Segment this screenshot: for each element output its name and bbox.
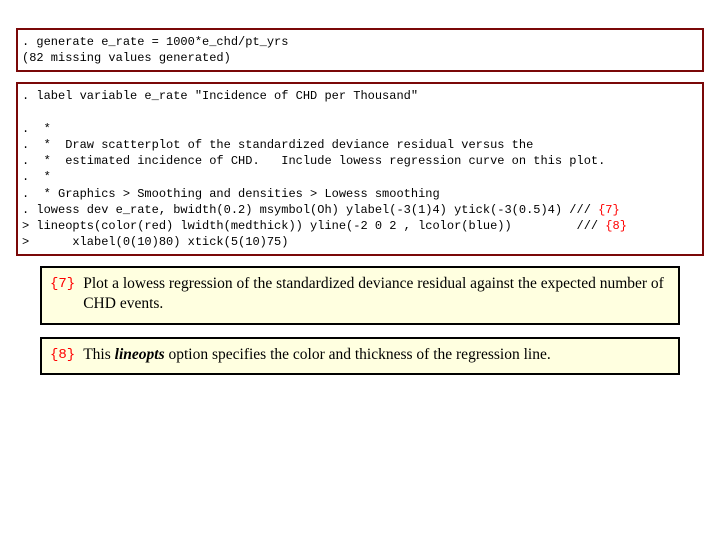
note8-prefix: This	[83, 346, 114, 363]
code-line-3: > xlabel(0(10)80) xtick(5(10)75)	[22, 235, 288, 249]
code-block-generate: . generate e_rate = 1000*e_chd/pt_yrs (8…	[16, 28, 704, 72]
note-box-8: {8} This lineopts option specifies the c…	[40, 337, 680, 375]
note-box-7: {7} Plot a lowess regression of the stan…	[40, 266, 680, 324]
annotation-ref-8: {8}	[598, 219, 627, 233]
note-tag-7: {7}	[50, 276, 75, 292]
note-tag-8: {8}	[50, 347, 75, 363]
note8-em: lineopts	[115, 346, 165, 363]
annotation-ref-7: {7}	[591, 203, 620, 217]
code-line-2a: > lineopts(color(red) lwidth(medthick)) …	[22, 219, 598, 233]
note-text-7: Plot a lowess regression of the standard…	[83, 274, 670, 314]
note8-suffix: option specifies the color and thickness…	[165, 346, 551, 363]
code-prefix: . label variable e_rate "Incidence of CH…	[22, 89, 605, 216]
code-text: . generate e_rate = 1000*e_chd/pt_yrs (8…	[22, 35, 288, 65]
code-block-lowess: . label variable e_rate "Incidence of CH…	[16, 82, 704, 256]
note-text-8: This lineopts option specifies the color…	[83, 345, 551, 365]
